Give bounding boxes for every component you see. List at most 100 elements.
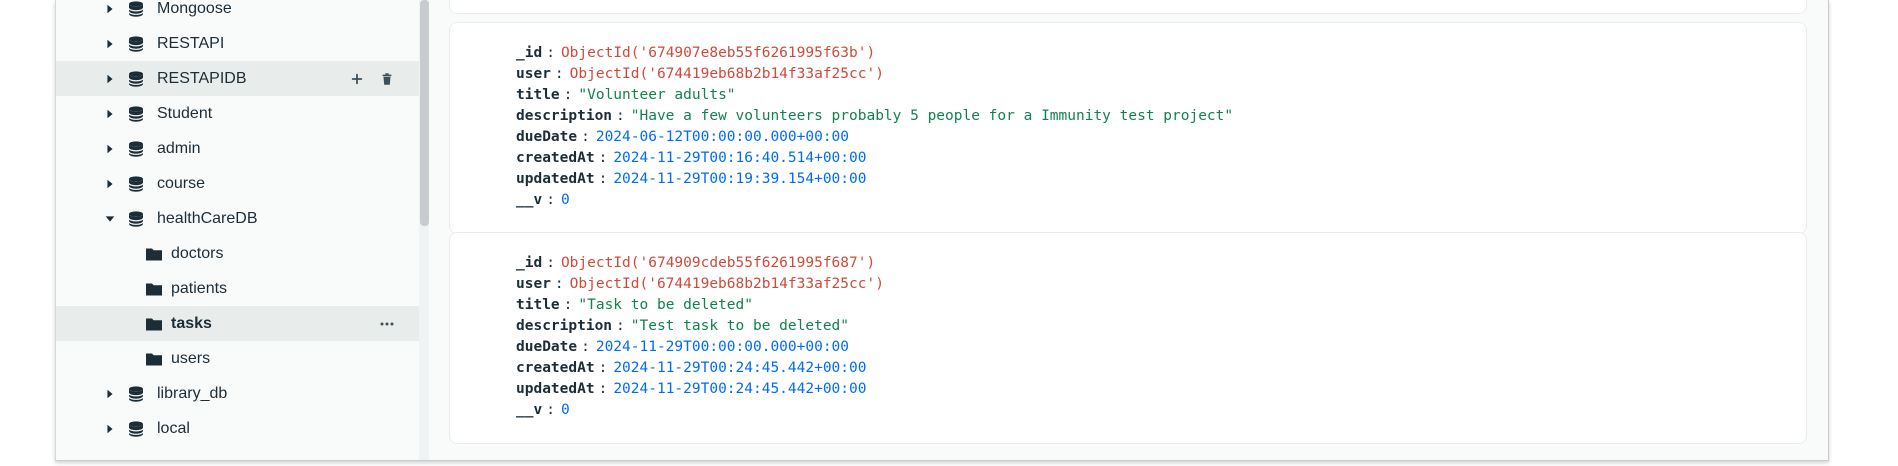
sidebar-database-Mongoose[interactable]: Mongoose (56, 0, 419, 26)
field-key: _id (516, 255, 543, 271)
caret-right-icon[interactable] (103, 107, 117, 121)
field-key: updatedAt (516, 381, 595, 397)
document-card-previous[interactable] (449, 0, 1807, 14)
document-card[interactable]: _id: ObjectId('674909cdeb55f6261995f687')… (449, 232, 1807, 444)
caret-right-icon[interactable] (103, 387, 117, 401)
sidebar-item-label: library_db (157, 384, 228, 402)
field-value: 2024-11-29T00:16:40.514+00:00 (613, 150, 867, 166)
database-row-actions (349, 61, 395, 96)
document-field[interactable]: updatedAt:2024-11-29T00:24:45.442+00:00 (516, 379, 884, 400)
sidebar-database-admin[interactable]: admin (56, 131, 419, 166)
field-separator: : (546, 255, 555, 271)
document-field[interactable]: createdAt:2024-11-29T00:24:45.442+00:00 (516, 358, 884, 379)
document-field[interactable]: __v:0 (516, 400, 884, 421)
sidebar-database-healthCareDB[interactable]: healthCareDB (56, 201, 419, 236)
field-value: "Task to be deleted" (578, 297, 753, 313)
field-value: ObjectId('674419eb68b2b14f33af25cc') (569, 66, 884, 82)
sidebar-database-RESTAPIDB[interactable]: RESTAPIDB (56, 61, 419, 96)
sidebar-database-Student[interactable]: Student (56, 96, 419, 131)
field-value: 0 (560, 192, 570, 208)
document-field[interactable]: description: "Test task to be deleted" (516, 316, 884, 337)
caret-right-icon[interactable] (103, 37, 117, 51)
sidebar-item-label: doctors (171, 244, 224, 262)
document-field[interactable]: title: "Task to be deleted" (516, 295, 884, 316)
field-key: title (516, 297, 560, 313)
sidebar-collection-doctors[interactable]: doctors (56, 236, 419, 271)
document-field[interactable]: _id: ObjectId('674909cdeb55f6261995f687') (516, 253, 884, 274)
field-separator: : (581, 129, 590, 145)
folder-icon (145, 246, 163, 262)
caret-right-icon[interactable] (103, 177, 117, 191)
field-separator: : (546, 402, 555, 418)
document-field[interactable]: updatedAt:2024-11-29T00:19:39.154+00:00 (516, 169, 1233, 190)
document-card[interactable]: _id: ObjectId('674907e8eb55f6261995f63b')… (449, 22, 1807, 234)
caret-right-icon[interactable] (103, 142, 117, 156)
field-value: "Have a few volunteers probably 5 people… (630, 108, 1234, 124)
document-field[interactable]: title: "Volunteer adults" (516, 85, 1233, 106)
sidebar-item-label: course (157, 174, 206, 192)
folder-icon (145, 316, 163, 332)
field-separator: : (598, 150, 608, 166)
ellipsis-icon[interactable] (379, 316, 395, 332)
field-key: createdAt (516, 150, 595, 166)
document-field[interactable]: createdAt:2024-11-29T00:16:40.514+00:00 (516, 148, 1233, 169)
trash-icon[interactable] (379, 71, 395, 87)
document-field[interactable]: _id: ObjectId('674907e8eb55f6261995f63b') (516, 43, 1233, 64)
field-separator: : (598, 360, 608, 376)
sidebar-collection-users[interactable]: users (56, 341, 419, 376)
sidebar-scrollbar-thumb[interactable] (420, 0, 429, 226)
document-field[interactable]: user: ObjectId('674419eb68b2b14f33af25cc'… (516, 64, 1233, 85)
field-value: 2024-11-29T00:24:45.442+00:00 (613, 381, 867, 397)
database-icon (127, 35, 145, 53)
sidebar-item-label: Student (157, 104, 213, 122)
field-key: description (516, 108, 613, 124)
document-fields: _id: ObjectId('674907e8eb55f6261995f63b')… (516, 43, 1233, 211)
field-value: 2024-11-29T00:24:45.442+00:00 (613, 360, 867, 376)
database-icon (127, 140, 145, 158)
database-icon (127, 210, 145, 228)
database-icon (127, 70, 145, 88)
documents-panel: _id: ObjectId('674907e8eb55f6261995f63b')… (429, 0, 1828, 460)
caret-down-icon[interactable] (103, 212, 117, 226)
sidebar-database-local[interactable]: local (56, 411, 419, 446)
field-key: createdAt (516, 360, 595, 376)
sidebar-database-library_db[interactable]: library_db (56, 376, 419, 411)
sidebar-database-course[interactable]: course (56, 166, 419, 201)
field-separator: : (554, 66, 564, 82)
sidebar-database-RESTAPI[interactable]: RESTAPI (56, 26, 419, 61)
field-separator: : (598, 381, 608, 397)
field-separator: : (581, 339, 590, 355)
field-separator: : (616, 108, 625, 124)
field-key: user (516, 276, 551, 292)
field-value: 2024-06-12T00:00:00.000+00:00 (595, 129, 850, 145)
field-key: user (516, 66, 551, 82)
field-key: _id (516, 45, 543, 61)
document-field[interactable]: user: ObjectId('674419eb68b2b14f33af25cc'… (516, 274, 884, 295)
field-value: ObjectId('674909cdeb55f6261995f687') (560, 255, 876, 271)
field-separator: : (546, 192, 555, 208)
field-value: 0 (560, 402, 570, 418)
field-value: "Volunteer adults" (578, 87, 736, 103)
collection-row-actions (379, 306, 395, 341)
document-field[interactable]: dueDate:2024-06-12T00:00:00.000+00:00 (516, 127, 1233, 148)
sidebar-item-label: users (171, 349, 211, 367)
database-icon (127, 105, 145, 123)
sidebar-collection-patients[interactable]: patients (56, 271, 419, 306)
folder-icon (145, 281, 163, 297)
caret-right-icon[interactable] (103, 2, 117, 16)
database-icon (127, 420, 145, 438)
sidebar-item-label: RESTAPI (157, 34, 225, 52)
document-field[interactable]: dueDate:2024-11-29T00:00:00.000+00:00 (516, 337, 884, 358)
sidebar-item-label: RESTAPIDB (157, 69, 247, 87)
plus-icon[interactable] (349, 71, 365, 87)
document-field[interactable]: __v:0 (516, 190, 1233, 211)
document-field[interactable]: description: "Have a few volunteers proba… (516, 106, 1233, 127)
database-icon (127, 385, 145, 403)
sidebar-item-label: tasks (171, 314, 212, 332)
sidebar-collection-tasks[interactable]: tasks (56, 306, 419, 341)
caret-right-icon[interactable] (103, 422, 117, 436)
caret-right-icon[interactable] (103, 72, 117, 86)
field-value: 2024-11-29T00:00:00.000+00:00 (595, 339, 850, 355)
folder-icon (145, 351, 163, 367)
field-separator: : (616, 318, 625, 334)
